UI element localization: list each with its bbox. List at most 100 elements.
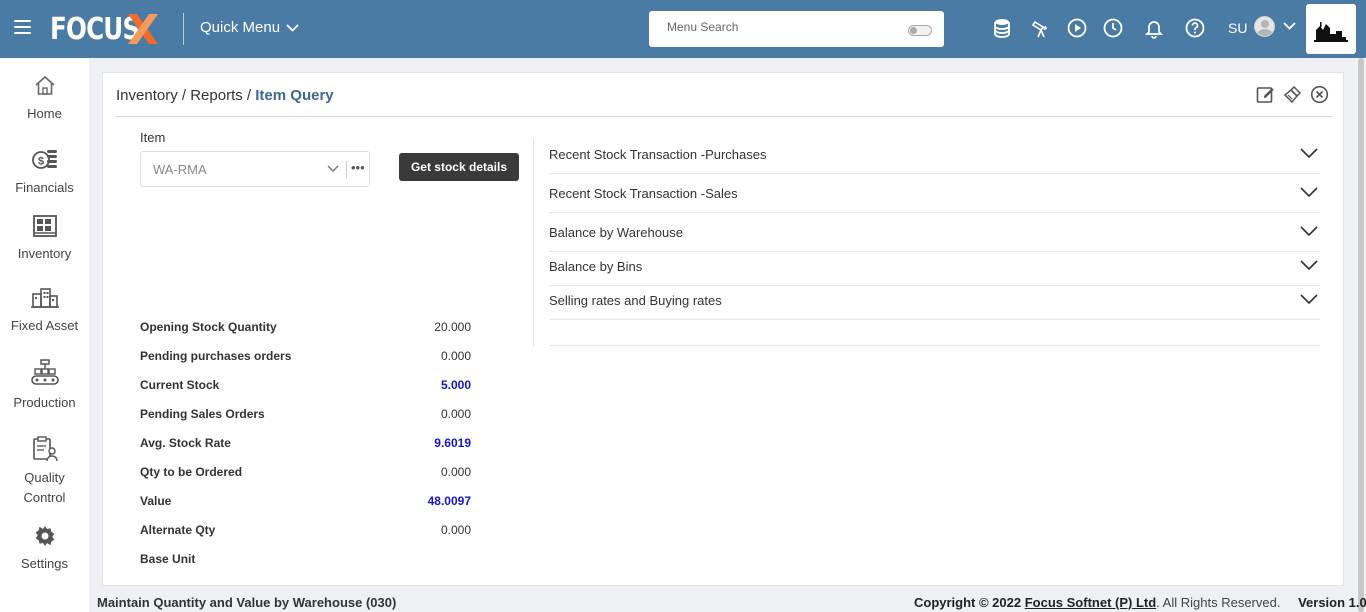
sidebar-item-production[interactable]: Production [0,359,89,413]
item-query-panel: Inventory / Reports / Item Query Item WA… [102,72,1344,586]
stat-row: Avg. Stock Rate 9.6019 [140,436,471,456]
stat-value: 9.6019 [434,436,471,450]
sidebar-item-label: Quality Control [23,470,66,505]
stat-label: Opening Stock Quantity [140,320,277,334]
panel-divider [116,116,1332,117]
chevron-down-icon[interactable] [1300,260,1318,271]
stat-label: Pending purchases orders [140,349,292,363]
page-scrollbar-thumb[interactable] [1358,58,1364,612]
quick-menu-dropdown[interactable]: Quick Menu [200,19,299,36]
chevron-down-icon[interactable] [1300,226,1318,237]
sidebar-item-quality-control[interactable]: Quality Control [0,436,89,508]
item-select-value: WA-RMA [153,162,207,177]
page-scrollbar[interactable] [1356,58,1366,612]
help-icon[interactable] [1184,17,1206,39]
stat-row: Pending Sales Orders 0.000 [140,407,471,427]
accordion-title: Recent Stock Transaction -Sales [549,186,738,201]
stat-row: Value 48.0097 [140,494,471,514]
stat-row: Alternate Qty 0.000 [140,523,471,543]
stat-label: Value [140,494,172,508]
company-link[interactable]: Focus Softnet (P) Ltd [1025,595,1156,610]
sidebar-item-label: Settings [21,556,68,571]
chevron-down-icon [286,23,299,32]
menu-search [649,11,944,47]
accordion-divider [549,319,1320,320]
bell-icon[interactable] [1143,17,1165,39]
sidebar-item-label: Inventory [17,246,72,261]
company-building-icon [1314,22,1348,42]
buildings-icon [30,288,59,308]
breadcrumb: Inventory / Reports / Item Query [116,87,334,104]
warehouse-icon [32,215,57,237]
more-options-icon[interactable]: ••• [351,160,365,175]
stat-row: Pending purchases orders 0.000 [140,349,471,369]
header-divider [183,13,184,45]
stat-value: 20.000 [434,320,471,334]
accordion-title: Recent Stock Transaction -Purchases [549,147,767,162]
database-icon[interactable] [991,17,1013,39]
accordion-divider [549,251,1320,252]
telescope-icon[interactable] [1030,17,1052,39]
stat-row: Current Stock 5.000 [140,378,471,398]
stat-label: Avg. Stock Rate [140,436,231,450]
chevron-down-icon[interactable] [1300,148,1318,159]
accordion-divider [549,285,1320,286]
item-select[interactable]: WA-RMA ••• [140,151,370,187]
close-icon[interactable] [1310,85,1329,104]
chevron-down-icon[interactable] [1300,294,1318,305]
play-circle-icon[interactable] [1066,17,1088,39]
select-separator [346,161,347,178]
stat-label: Current Stock [140,378,220,392]
stat-value: 0.000 [440,407,471,421]
sidebar-item-label: Fixed Asset [10,318,79,333]
focus-logo[interactable]: FOCUS [50,12,159,47]
breadcrumb-separator: / [181,87,187,104]
top-bar: FOCUS Quick Menu Menu Search SU [0,0,1366,58]
svg-text:$: $ [37,156,43,168]
sidebar: Home $ Financials Inventory Fixed Asset … [0,58,89,612]
user-chevron-down-icon[interactable] [1283,22,1296,30]
sidebar-item-fixed-asset[interactable]: Fixed Asset [0,286,89,336]
edit-icon[interactable] [1256,85,1275,104]
conveyor-icon [30,359,59,385]
stat-label: Qty to be Ordered [140,465,243,479]
clipboard-user-icon [32,436,58,462]
stat-row: Qty to be Ordered 0.000 [140,465,471,485]
breadcrumb-inventory[interactable]: Inventory [116,87,178,104]
company-logo[interactable] [1306,4,1356,54]
chevron-down-icon[interactable] [327,165,339,173]
clock-icon[interactable] [1102,17,1124,39]
sidebar-item-label: Financials [15,180,74,195]
quick-menu-label: Quick Menu [200,19,281,36]
stat-value: 0.000 [440,465,471,479]
gear-icon [35,526,54,546]
column-divider [533,138,534,346]
breadcrumb-reports[interactable]: Reports [190,87,243,104]
menu-search-input[interactable] [667,20,887,34]
accordion-title: Balance by Bins [549,259,643,274]
screen-name: Maintain Quantity and Value by Warehouse… [97,595,397,610]
user-avatar[interactable] [1254,16,1275,37]
footer-copyright: Copyright © 2022 Focus Softnet (P) Ltd. … [914,595,1366,610]
user-initials[interactable]: SU [1228,20,1247,36]
hamburger-menu-icon[interactable] [14,20,31,34]
stat-label: Base Unit [140,552,196,566]
version-text: Version 1.0 [1298,595,1366,610]
sidebar-item-settings[interactable]: Settings [0,524,89,574]
brush-icon[interactable] [1283,85,1302,104]
home-icon [34,75,55,95]
sidebar-item-label: Home [27,106,62,121]
logo-x-icon [128,14,158,44]
sidebar-item-financials[interactable]: $ Financials [0,146,89,198]
panel-actions [1256,85,1329,104]
sidebar-item-home[interactable]: Home [0,74,89,124]
stat-label: Pending Sales Orders [140,407,265,421]
search-toggle[interactable] [908,25,932,36]
accordion-title: Selling rates and Buying rates [549,293,722,308]
accordion-divider [549,212,1320,213]
chevron-down-icon[interactable] [1300,187,1318,198]
sidebar-item-inventory[interactable]: Inventory [0,214,89,264]
get-stock-details-button[interactable]: Get stock details [399,153,519,181]
stat-value: 0.000 [440,349,471,363]
page-title: Item Query [255,87,334,104]
